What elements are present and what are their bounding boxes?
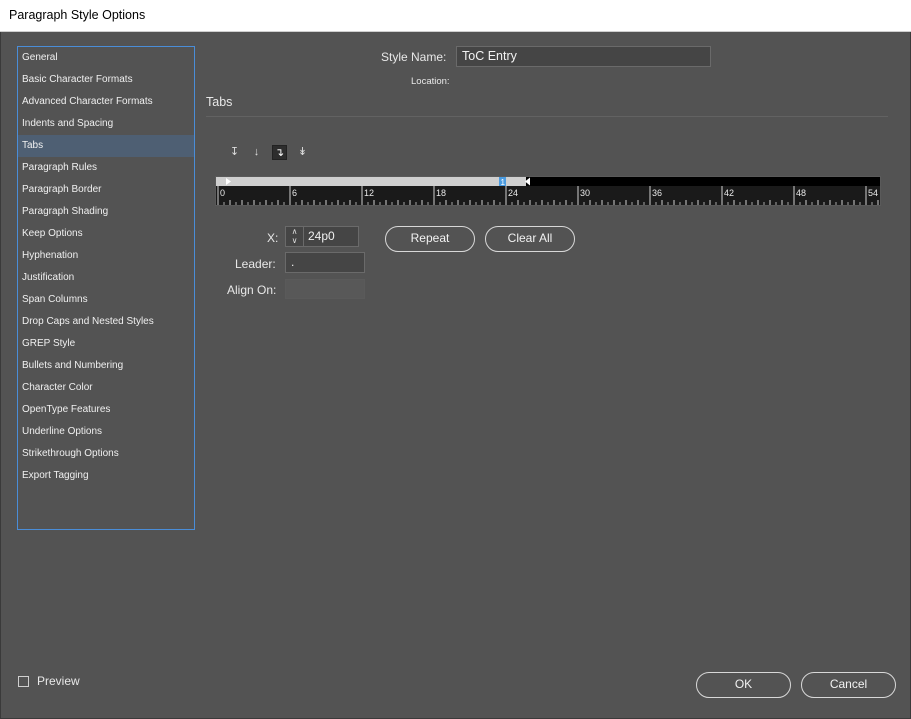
style-name-label: Style Name: <box>381 50 447 64</box>
dialog-body: General Basic Character Formats Advanced… <box>0 32 911 719</box>
x-position-input[interactable]: ∧ ∨ 24p0 <box>285 226 359 247</box>
x-position-value[interactable]: 24p0 <box>308 229 335 243</box>
left-justified-tab-icon[interactable]: ↧ <box>227 145 242 160</box>
first-line-indent-icon <box>226 178 231 185</box>
cancel-button[interactable]: Cancel <box>801 672 896 698</box>
sidebar-item-advanced-character-formats[interactable]: Advanced Character Formats <box>18 91 194 113</box>
right-indent-icon <box>525 177 530 186</box>
preview-label: Preview <box>37 674 80 688</box>
sidebar-item-opentype-features[interactable]: OpenType Features <box>18 399 194 421</box>
ruler-label: 18 <box>436 188 446 198</box>
align-to-decimal-tab-icon[interactable]: ↡ <box>295 145 310 160</box>
ruler-label: 36 <box>652 188 662 198</box>
sidebar-item-hyphenation[interactable]: Hyphenation <box>18 245 194 267</box>
title-bar: Paragraph Style Options <box>0 0 911 32</box>
sidebar-item-export-tagging[interactable]: Export Tagging <box>18 465 194 487</box>
sidebar-item-indents-and-spacing[interactable]: Indents and Spacing <box>18 113 194 135</box>
sidebar-item-character-color[interactable]: Character Color <box>18 377 194 399</box>
sidebar-item-tabs[interactable]: Tabs <box>18 135 194 157</box>
sidebar-item-drop-caps[interactable]: Drop Caps and Nested Styles <box>18 311 194 333</box>
clear-all-button[interactable]: Clear All <box>485 226 575 252</box>
sidebar-item-grep-style[interactable]: GREP Style <box>18 333 194 355</box>
section-title: Tabs <box>206 95 233 109</box>
category-list[interactable]: General Basic Character Formats Advanced… <box>17 46 195 530</box>
tab-stop-number: 1 <box>501 178 506 187</box>
ok-button[interactable]: OK <box>696 672 791 698</box>
sidebar-item-underline-options[interactable]: Underline Options <box>18 421 194 443</box>
ruler-label: 0 <box>220 188 225 198</box>
sidebar-item-keep-options[interactable]: Keep Options <box>18 223 194 245</box>
leader-input[interactable]: . <box>285 252 365 273</box>
sidebar-item-paragraph-border[interactable]: Paragraph Border <box>18 179 194 201</box>
ruler-label: 42 <box>724 188 734 198</box>
ruler-label: 6 <box>292 188 297 198</box>
location-label: Location: <box>411 76 450 87</box>
align-on-input[interactable] <box>285 279 365 299</box>
align-on-label: Align On: <box>227 283 277 297</box>
preview-checkbox[interactable] <box>18 676 29 687</box>
style-name-input[interactable]: ToC Entry <box>456 46 711 67</box>
window-title: Paragraph Style Options <box>9 8 146 22</box>
sidebar-item-bullets-and-numbering[interactable]: Bullets and Numbering <box>18 355 194 377</box>
repeat-button[interactable]: Repeat <box>385 226 475 252</box>
sidebar-item-paragraph-rules[interactable]: Paragraph Rules <box>18 157 194 179</box>
stepper-arrows-icon[interactable]: ∧ ∨ <box>286 227 304 246</box>
tab-ruler[interactable]: 0 6 12 18 24 30 36 42 48 54 1 <box>215 176 881 206</box>
sidebar-item-justification[interactable]: Justification <box>18 267 194 289</box>
right-justified-tab-icon[interactable]: ↴ <box>272 145 287 160</box>
sidebar-item-strikethrough-options[interactable]: Strikethrough Options <box>18 443 194 465</box>
sidebar-item-general[interactable]: General <box>18 47 194 69</box>
sidebar-item-span-columns[interactable]: Span Columns <box>18 289 194 311</box>
section-divider <box>206 116 888 117</box>
leader-label: Leader: <box>235 257 276 271</box>
ruler-label: 24 <box>508 188 518 198</box>
x-label: X: <box>267 231 279 245</box>
ruler-label: 12 <box>364 188 374 198</box>
ruler-scale: 0 6 12 18 24 30 36 42 48 54 1 <box>217 177 879 205</box>
center-justified-tab-icon[interactable]: ↓ <box>249 145 264 160</box>
ruler-label: 54 <box>868 188 878 198</box>
ruler-label: 30 <box>580 188 590 198</box>
sidebar-item-basic-character-formats[interactable]: Basic Character Formats <box>18 69 194 91</box>
sidebar-item-paragraph-shading[interactable]: Paragraph Shading <box>18 201 194 223</box>
ruler-label: 48 <box>796 188 806 198</box>
